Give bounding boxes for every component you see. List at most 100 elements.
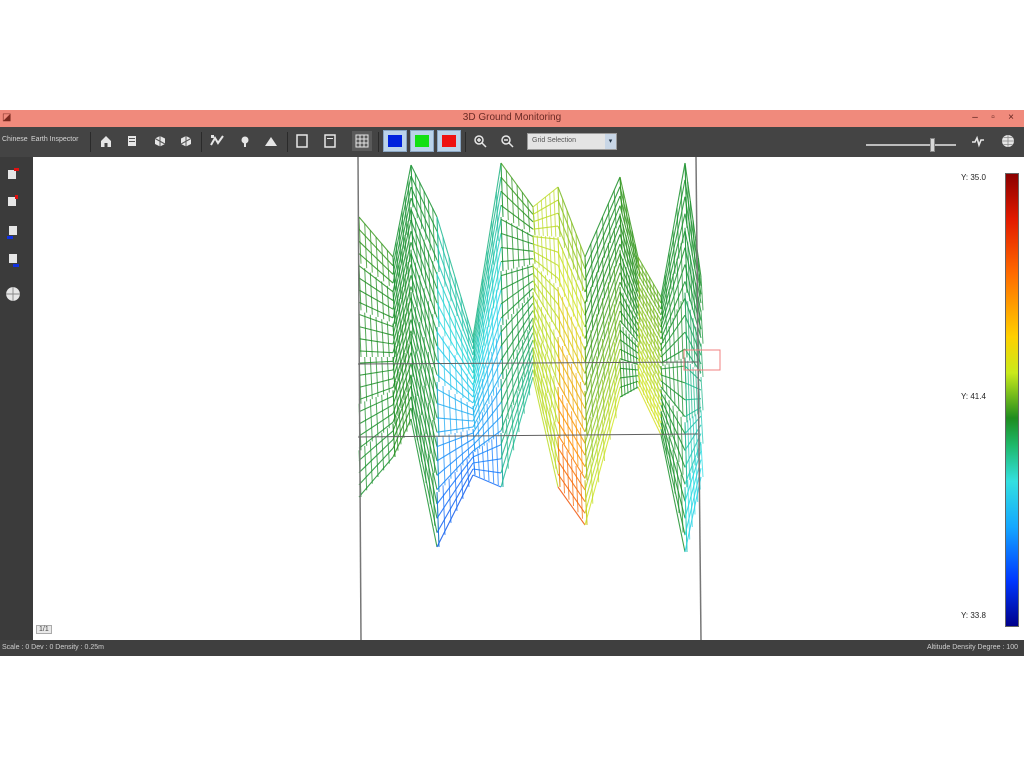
rotate-right-button[interactable] (176, 131, 196, 151)
marker-button[interactable] (235, 131, 255, 151)
mesh-line (481, 445, 485, 480)
mesh-line (386, 428, 390, 464)
color-swatch-blue (388, 135, 402, 147)
mesh-line (516, 226, 520, 268)
color-red-button[interactable] (437, 130, 461, 152)
3d-viewport[interactable]: 1/1 Y: 35.0 Y: 41.4 Y: 33.8 (33, 157, 1024, 640)
mesh-line (700, 310, 704, 344)
mesh-line (505, 319, 509, 370)
mesh-line (664, 364, 668, 395)
mesh-line (625, 330, 629, 363)
menu-chinese[interactable]: Chinese (2, 136, 28, 143)
signal-button[interactable] (968, 131, 988, 151)
window-title: 3D Ground Monitoring (462, 112, 562, 123)
mesh-line (584, 301, 588, 347)
mesh-line (375, 316, 379, 358)
section-blue-button[interactable] (2, 221, 24, 243)
mesh-line (477, 448, 481, 478)
mesh-line (491, 439, 495, 484)
mesh-line (511, 177, 515, 224)
mesh-line (511, 223, 515, 269)
toolbar-separator (287, 132, 288, 152)
mesh-line (700, 376, 704, 411)
mesh-line (622, 326, 626, 362)
mesh-line (364, 268, 368, 313)
colorbar-mid-label: Y: 41.4 (961, 392, 986, 401)
mesh-line (369, 230, 373, 273)
page-icon (296, 134, 308, 148)
mesh-line (381, 243, 385, 282)
mesh-line (625, 361, 629, 394)
mesh-line (607, 242, 611, 283)
mesh-line (527, 199, 531, 233)
window-controls: – ▫ × (966, 111, 1020, 125)
globe-button[interactable] (998, 131, 1018, 151)
page-button[interactable] (292, 131, 312, 151)
mesh-line (668, 363, 672, 401)
mesh-line (676, 360, 680, 412)
menu-earth-inspector[interactable]: Earth Inspector (31, 136, 78, 143)
mesh-line (358, 456, 394, 498)
mesh-line (631, 363, 635, 391)
close-button[interactable]: × (1002, 111, 1020, 125)
ground-button[interactable] (261, 131, 281, 151)
mesh-line (549, 364, 553, 408)
slider-thumb[interactable] (929, 138, 935, 152)
mesh-line (386, 321, 390, 358)
home-icon (101, 136, 111, 147)
maximize-button[interactable]: ▫ (984, 111, 1002, 125)
zoom-out-button[interactable] (497, 131, 517, 151)
home-button[interactable] (96, 131, 116, 151)
terrain-plot[interactable] (33, 157, 1024, 640)
mesh-line (553, 375, 557, 423)
section-red-2-button[interactable] (2, 190, 24, 212)
color-blue-button[interactable] (383, 130, 407, 152)
section-red-button[interactable] (2, 163, 24, 185)
left-sidebar (0, 157, 33, 640)
mesh-line (472, 474, 502, 488)
app-window: ◪ 3D Ground Monitoring – ▫ × Chinese Ear… (0, 110, 1024, 656)
mesh-line (527, 232, 531, 265)
mesh-line (436, 436, 440, 493)
density-slider[interactable] (866, 138, 956, 152)
title-bar: ◪ 3D Ground Monitoring – ▫ × (0, 110, 1024, 127)
fit-view-button[interactable] (207, 131, 227, 151)
mesh-line (584, 282, 621, 386)
mesh-line (436, 426, 474, 433)
zoom-in-button[interactable] (470, 131, 490, 151)
mesh-line (381, 432, 385, 471)
rotate-left-button[interactable] (150, 131, 170, 151)
mesh-line (369, 314, 373, 358)
mesh-line (375, 356, 379, 398)
color-green-button[interactable] (410, 130, 434, 152)
mesh-line (549, 279, 553, 323)
sidebar-globe-button[interactable] (2, 283, 24, 305)
slider-track (866, 144, 956, 146)
grid-selection-dropdown[interactable]: Grid Selection ▾ (527, 133, 617, 150)
mesh-line (532, 212, 559, 223)
section-blue-2-button[interactable] (2, 249, 24, 271)
mesh-line (500, 216, 504, 272)
mesh-line (364, 445, 368, 491)
document-button[interactable] (320, 131, 340, 151)
mesh-line (680, 358, 684, 417)
mesh-line (495, 436, 499, 486)
section-red-icon (8, 168, 19, 179)
chevron-down-icon: ▾ (605, 134, 616, 149)
colorbar-min-label: Y: 33.8 (961, 611, 986, 620)
mesh-line (619, 323, 623, 361)
fit-view-icon (210, 135, 224, 146)
mesh-line (486, 442, 490, 482)
section-line-lower (357, 433, 699, 438)
grid-icon (355, 134, 369, 148)
mesh-line (404, 352, 408, 393)
mesh-line (500, 258, 534, 263)
mesh-line (505, 220, 509, 270)
toolbar-separator (465, 132, 466, 152)
grid-button[interactable] (352, 131, 372, 151)
zoom-out-icon (501, 135, 514, 148)
layers-button[interactable] (122, 131, 142, 151)
minimize-button[interactable]: – (966, 111, 984, 125)
mesh-line (500, 162, 504, 218)
mesh-line (436, 417, 474, 422)
